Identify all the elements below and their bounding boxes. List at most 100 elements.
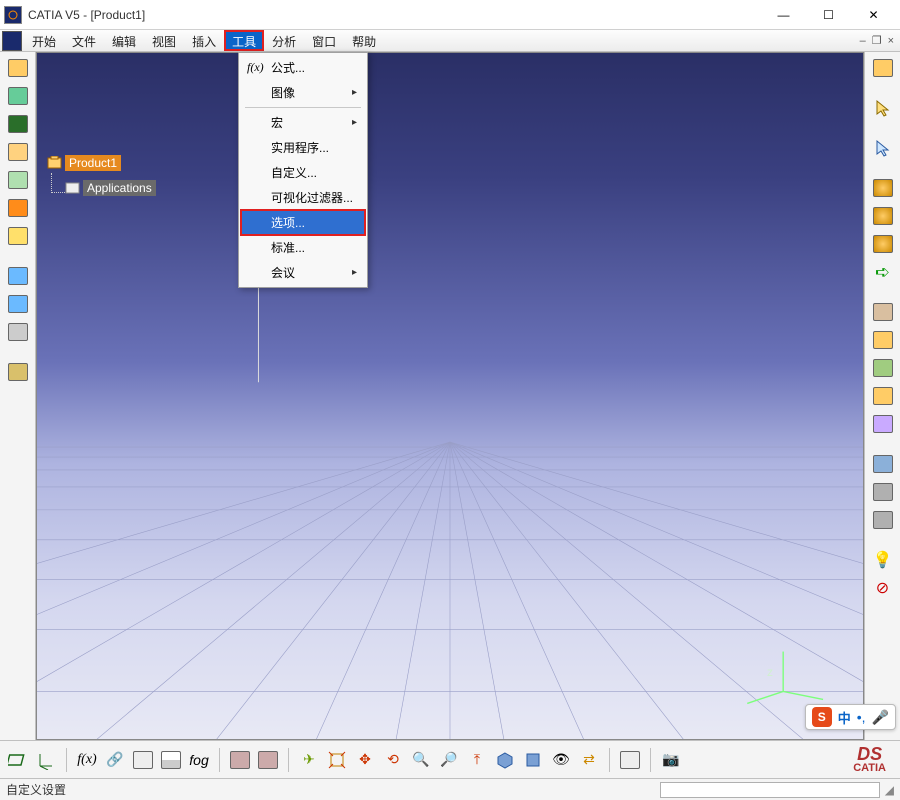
bt-swap-icon[interactable]: ⇄ <box>577 748 601 772</box>
ime-punct-icon[interactable]: •, <box>857 709 866 725</box>
menu-edit[interactable]: 编辑 <box>104 30 144 51</box>
window-title: CATIA V5 - [Product1] <box>28 8 761 22</box>
ime-lang-label[interactable]: 中 <box>838 708 851 727</box>
bt-pan-icon[interactable]: ✥ <box>353 748 377 772</box>
bt-rotate-icon[interactable]: ⟲ <box>381 748 405 772</box>
bt-table-icon[interactable] <box>159 748 183 772</box>
bt-chain-icon[interactable]: 🔗 <box>103 748 127 772</box>
bt-zoomin-icon[interactable]: 🔍 <box>409 748 433 772</box>
bt-plane-icon[interactable] <box>6 748 30 772</box>
left-tool-5-icon[interactable] <box>5 168 31 192</box>
dd-options-label: 选项... <box>271 214 305 231</box>
tree-root-row[interactable]: Product1 <box>47 153 156 173</box>
bt-fit-icon[interactable] <box>325 748 349 772</box>
left-tool-3-icon[interactable] <box>5 112 31 136</box>
dd-visfilter[interactable]: 可视化过滤器... <box>241 185 365 210</box>
status-input[interactable] <box>660 782 880 798</box>
maximize-button[interactable]: ☐ <box>806 1 851 29</box>
bt-shade-icon[interactable] <box>521 748 545 772</box>
menu-tools[interactable]: 工具 <box>224 30 264 51</box>
bt-graph-icon[interactable] <box>618 748 642 772</box>
dd-standards-label: 标准... <box>271 239 305 256</box>
measure3-icon[interactable] <box>870 508 896 532</box>
dd-conference[interactable]: 会议 <box>241 260 365 285</box>
bulb-icon[interactable]: 💡 <box>870 548 896 572</box>
left-tool-8-icon[interactable] <box>5 264 31 288</box>
statusbar: 自定义设置 ◢ <box>0 778 900 800</box>
bt-part2-icon[interactable] <box>256 748 280 772</box>
dd-customize-label: 自定义... <box>271 164 317 181</box>
menu-analyze[interactable]: 分析 <box>264 30 304 51</box>
window-controls: — ☐ ✕ <box>761 1 896 29</box>
dd-customize[interactable]: 自定义... <box>241 160 365 185</box>
viewport-3d[interactable]: Product1 Applications z <box>36 52 864 740</box>
bt-rule-icon[interactable] <box>131 748 155 772</box>
menubar: 开始 文件 编辑 视图 插入 工具 分析 窗口 帮助 – ❐ × <box>0 30 900 52</box>
list1-icon[interactable] <box>870 300 896 324</box>
app-icon <box>4 6 22 24</box>
mdi-close-icon[interactable]: × <box>888 35 894 47</box>
dd-image-label: 图像 <box>271 84 295 101</box>
bt-law-icon[interactable]: fog <box>187 748 211 772</box>
menu-view[interactable]: 视图 <box>144 30 184 51</box>
left-tool-2-icon[interactable] <box>5 84 31 108</box>
left-tool-10-icon[interactable] <box>5 320 31 344</box>
catia-logo: DS CATIA <box>853 745 894 774</box>
dd-macro[interactable]: 宏 <box>241 110 365 135</box>
list5-icon[interactable] <box>870 412 896 436</box>
left-tool-1-icon[interactable] <box>5 56 31 80</box>
gear1-icon[interactable] <box>870 176 896 200</box>
dd-formula[interactable]: f(x)公式... <box>241 55 365 80</box>
gear2-icon[interactable] <box>870 204 896 228</box>
close-button[interactable]: ✕ <box>851 1 896 29</box>
compass-pointer-icon[interactable] <box>870 136 896 160</box>
ime-mic-icon[interactable]: 🎤 <box>872 709 889 726</box>
bt-zoomout-icon[interactable]: 🔎 <box>437 748 461 772</box>
menu-file[interactable]: 文件 <box>64 30 104 51</box>
mdi-restore-icon[interactable]: ❐ <box>872 34 882 47</box>
tree-child-row[interactable]: Applications <box>65 178 156 198</box>
dd-standards[interactable]: 标准... <box>241 235 365 260</box>
bt-iso-icon[interactable] <box>493 748 517 772</box>
bt-fly-icon[interactable]: ✈ <box>297 748 321 772</box>
no-bulb-icon[interactable]: ⊘ <box>870 576 896 600</box>
mdi-controls: – ❐ × <box>860 30 900 51</box>
menu-window[interactable]: 窗口 <box>304 30 344 51</box>
start-icon[interactable] <box>2 31 22 51</box>
bt-part1-icon[interactable] <box>228 748 252 772</box>
left-tool-7-icon[interactable] <box>5 224 31 248</box>
mdi-minimize-icon[interactable]: – <box>860 35 866 47</box>
left-tool-11-icon[interactable] <box>5 360 31 384</box>
measure1-icon[interactable] <box>870 452 896 476</box>
bt-axis-icon[interactable] <box>34 748 58 772</box>
minimize-button[interactable]: — <box>761 1 806 29</box>
left-tool-6-icon[interactable] <box>5 196 31 220</box>
dd-macro-label: 宏 <box>271 114 283 131</box>
bt-camera-icon[interactable]: 📷 <box>659 748 683 772</box>
list3-icon[interactable] <box>870 356 896 380</box>
dd-utilities[interactable]: 实用程序... <box>241 135 365 160</box>
ime-widget[interactable]: S 中 •, 🎤 <box>805 704 896 730</box>
dd-formula-label: 公式... <box>271 59 305 76</box>
bt-hide-icon[interactable]: 👁 <box>549 748 573 772</box>
bt-normal-icon[interactable]: ⤒ <box>465 748 489 772</box>
gear3-icon[interactable] <box>870 232 896 256</box>
bt-fx-icon[interactable]: f(x) <box>75 748 99 772</box>
list4-icon[interactable] <box>870 384 896 408</box>
status-text: 自定义设置 <box>6 781 656 798</box>
left-tool-4-icon[interactable] <box>5 140 31 164</box>
resize-grip-icon[interactable]: ◢ <box>880 783 894 797</box>
list2-icon[interactable] <box>870 328 896 352</box>
tree-child-label: Applications <box>83 180 156 196</box>
menu-help[interactable]: 帮助 <box>344 30 384 51</box>
measure2-icon[interactable] <box>870 480 896 504</box>
right-tool-1-icon[interactable] <box>870 56 896 80</box>
workspace: Product1 Applications z ➪ <box>0 52 900 740</box>
pointer-icon[interactable] <box>870 96 896 120</box>
menu-start[interactable]: 开始 <box>24 30 64 51</box>
left-tool-9-icon[interactable] <box>5 292 31 316</box>
dd-options[interactable]: 选项... <box>241 210 365 235</box>
export-icon[interactable]: ➪ <box>870 260 896 284</box>
menu-insert[interactable]: 插入 <box>184 30 224 51</box>
dd-image[interactable]: 图像 <box>241 80 365 105</box>
